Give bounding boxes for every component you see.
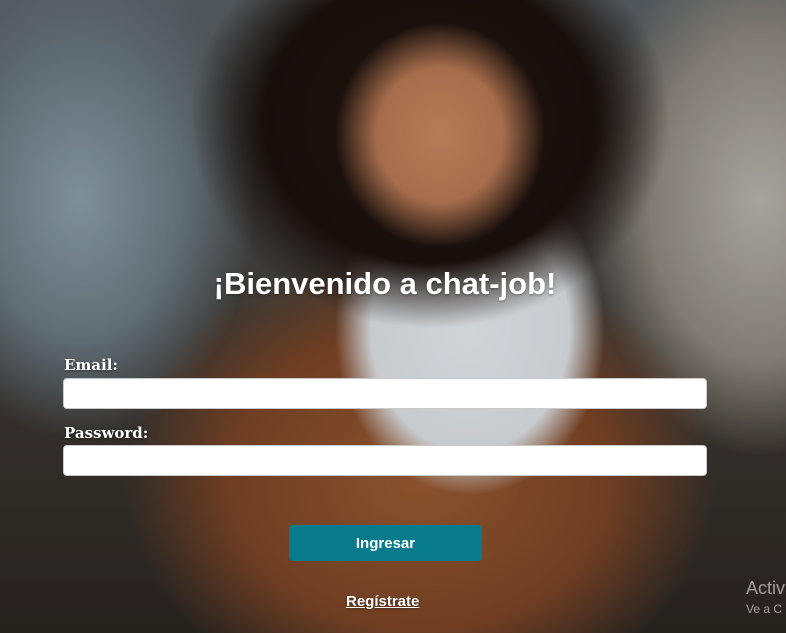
email-field[interactable] xyxy=(63,378,707,409)
password-field[interactable] xyxy=(63,445,707,476)
activation-watermark-subtitle: Ve a C xyxy=(746,602,783,616)
submit-button[interactable]: Ingresar xyxy=(289,525,482,561)
login-page: ¡Bienvenido a chat-job! Email: Password:… xyxy=(0,0,786,633)
email-label: Email: xyxy=(64,356,118,374)
register-link[interactable]: Regístrate xyxy=(346,593,419,610)
password-label: Password: xyxy=(64,424,149,442)
activation-watermark-title: Activ xyxy=(746,578,786,598)
page-title: ¡Bienvenido a chat-job! xyxy=(213,266,557,301)
